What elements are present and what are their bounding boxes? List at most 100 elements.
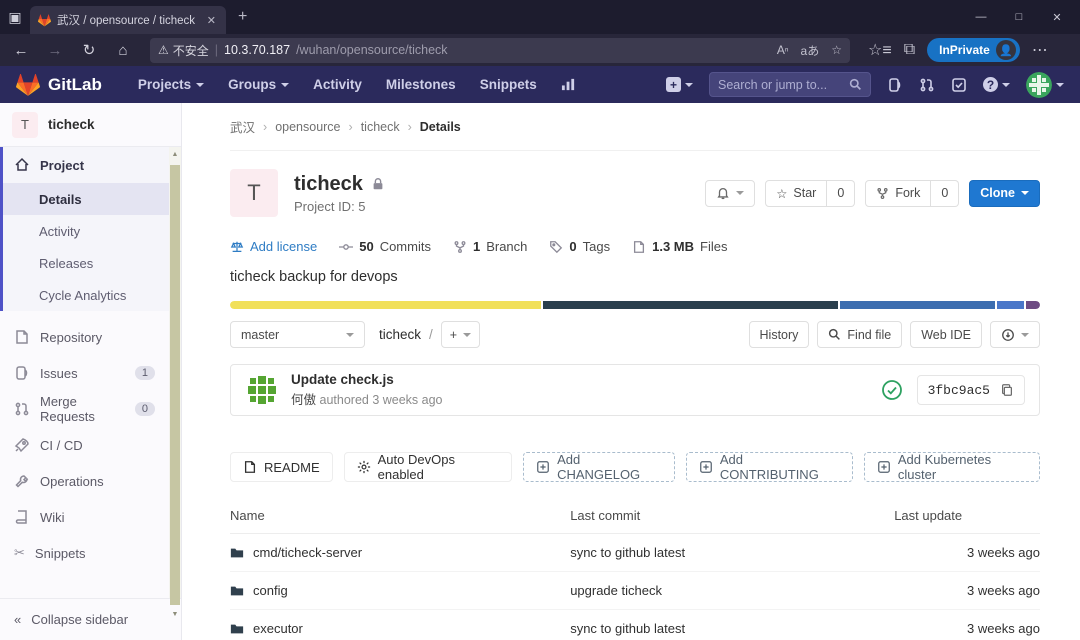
sidebar-item-project[interactable]: Project — [3, 147, 169, 183]
sidebar-item-snippets[interactable]: ✂ Snippets — [0, 535, 169, 571]
readme-button[interactable]: README — [230, 452, 333, 482]
sidebar-item-cicd[interactable]: CI / CD — [0, 427, 169, 463]
inprivate-badge[interactable]: InPrivate 👤 — [927, 38, 1020, 62]
breadcrumb-group[interactable]: 武汉 — [230, 117, 255, 136]
window-minimize-icon[interactable]: — — [964, 4, 998, 30]
window-close-icon[interactable]: ✕ — [1040, 4, 1074, 30]
copy-icon[interactable] — [1000, 383, 1014, 397]
new-tab-icon[interactable]: + — [238, 8, 247, 26]
help-menu[interactable]: ? — [983, 77, 1010, 92]
file-name-link[interactable]: cmd/ticheck-server — [253, 545, 362, 560]
scroll-down-icon[interactable]: ▼ — [169, 611, 181, 618]
find-file-button[interactable]: Find file — [817, 321, 903, 348]
add-license-link[interactable]: Add license — [230, 239, 317, 254]
scrollbar-thumb[interactable] — [170, 165, 180, 605]
branch-icon — [453, 240, 467, 254]
charts-icon[interactable] — [551, 71, 586, 98]
table-row[interactable]: config upgrade ticheck 3 weeks ago — [230, 571, 1040, 610]
tab-close-icon[interactable]: ✕ — [205, 14, 218, 27]
commits-stat[interactable]: 50 Commits — [339, 239, 431, 254]
file-name-link[interactable]: config — [253, 583, 288, 598]
nav-snippets[interactable]: Snippets — [470, 71, 547, 98]
sidebar-item-activity[interactable]: Activity — [3, 215, 169, 247]
gitlab-brand[interactable]: GitLab — [16, 73, 102, 97]
nav-activity[interactable]: Activity — [303, 71, 372, 98]
add-kubernetes-button[interactable]: Add Kubernetes cluster — [863, 452, 1040, 482]
file-commit-link[interactable]: sync to github latest — [570, 609, 895, 640]
forward-icon[interactable]: → — [40, 37, 70, 63]
scroll-up-icon[interactable]: ▲ — [169, 151, 181, 158]
fork-button[interactable]: Fork — [865, 179, 932, 207]
file-name-link[interactable]: executor — [253, 621, 303, 636]
table-row[interactable]: cmd/ticheck-server sync to github latest… — [230, 533, 1040, 572]
settings-menu-icon[interactable]: ⋯ — [1032, 40, 1048, 60]
sidebar-scrollbar[interactable]: ▲ ▼ — [169, 147, 181, 618]
read-aloud-icon[interactable]: Aⁿ — [777, 43, 789, 57]
tab-actions-icon[interactable]: ▣ — [0, 9, 30, 26]
notifications-button[interactable] — [705, 179, 756, 207]
sidebar-item-merge-requests[interactable]: Merge Requests 0 — [0, 391, 169, 427]
breadcrumb-project[interactable]: ticheck — [361, 120, 400, 134]
star-icon: ☆ — [776, 186, 788, 201]
sidebar-item-cycle-analytics[interactable]: Cycle Analytics — [3, 279, 169, 311]
file-tree-table: Name Last commit Last update cmd/ticheck… — [230, 500, 1040, 640]
commit-title-link[interactable]: Update check.js — [291, 372, 443, 387]
translate-icon[interactable]: aあ — [801, 42, 820, 59]
breadcrumb-separator: › — [348, 119, 353, 134]
browser-tab[interactable]: 武汉 / opensource / ticheck · Gi ✕ — [30, 6, 226, 34]
collections-icon[interactable]: ⧉ — [904, 41, 915, 59]
nav-groups[interactable]: Groups — [218, 71, 299, 98]
issues-icon[interactable] — [887, 77, 903, 93]
window-maximize-icon[interactable]: □ — [1002, 4, 1036, 30]
nav-projects[interactable]: Projects — [128, 71, 214, 98]
sidebar-item-operations[interactable]: Operations — [0, 463, 169, 499]
commit-author-avatar[interactable] — [245, 373, 279, 407]
file-commit-link[interactable]: upgrade ticheck — [570, 571, 895, 610]
download-button[interactable] — [990, 321, 1040, 348]
file-commit-link[interactable]: sync to github latest — [570, 533, 895, 572]
new-menu-button[interactable]: + — [666, 77, 693, 92]
add-file-button[interactable]: + — [440, 321, 481, 348]
star-count[interactable]: 0 — [827, 179, 856, 207]
repo-root-link[interactable]: ticheck — [379, 327, 421, 342]
lock-icon — [371, 177, 385, 191]
merge-requests-icon[interactable] — [919, 77, 935, 93]
search-input[interactable] — [718, 77, 849, 92]
todos-icon[interactable] — [951, 77, 967, 93]
home-icon[interactable]: ⌂ — [108, 37, 138, 63]
sidebar-item-details[interactable]: Details — [3, 183, 169, 215]
auto-devops-button[interactable]: Auto DevOps enabled — [343, 452, 513, 482]
tags-stat[interactable]: 0 Tags — [549, 239, 610, 254]
branch-selector[interactable]: master — [230, 321, 365, 348]
not-secure-warning[interactable]: ⚠ 不安全 — [158, 42, 209, 59]
star-button[interactable]: ☆ Star — [765, 179, 828, 207]
favorites-bar-icon[interactable]: ☆≡ — [868, 40, 892, 60]
add-contributing-button[interactable]: Add CONTRIBUTING — [685, 452, 853, 482]
favorite-star-icon[interactable]: ☆ — [831, 43, 842, 57]
clone-button[interactable]: Clone — [969, 179, 1040, 207]
address-bar[interactable]: ⚠ 不安全 | 10.3.70.187/wuhan/opensource/tic… — [150, 37, 850, 63]
global-search[interactable] — [709, 72, 871, 97]
sidebar-item-wiki[interactable]: Wiki — [0, 499, 169, 535]
files-stat[interactable]: 1.3 MB Files — [632, 239, 727, 254]
pipeline-status-icon[interactable] — [881, 379, 903, 401]
breadcrumb-subgroup[interactable]: opensource — [275, 120, 340, 134]
collapse-sidebar-button[interactable]: « Collapse sidebar — [0, 598, 181, 640]
refresh-icon[interactable]: ↻ — [74, 37, 104, 63]
back-icon[interactable]: ← — [6, 37, 36, 63]
add-changelog-button[interactable]: Add CHANGELOG — [523, 452, 675, 482]
table-row[interactable]: executor sync to github latest 3 weeks a… — [230, 609, 1040, 640]
sidebar-item-repository[interactable]: Repository — [0, 319, 169, 355]
sidebar-item-issues[interactable]: Issues 1 — [0, 355, 169, 391]
project-id: Project ID: 5 — [294, 198, 366, 214]
branches-stat[interactable]: 1 Branch — [453, 239, 527, 254]
web-ide-button[interactable]: Web IDE — [910, 321, 982, 348]
commit-author-link[interactable]: 何傲 — [291, 393, 316, 407]
sidebar-project-context[interactable]: T ticheck — [0, 103, 181, 147]
language-bar[interactable] — [230, 301, 1040, 309]
nav-milestones[interactable]: Milestones — [376, 71, 466, 98]
sidebar-item-releases[interactable]: Releases — [3, 247, 169, 279]
user-menu[interactable] — [1026, 71, 1064, 98]
fork-count[interactable]: 0 — [931, 179, 960, 207]
history-button[interactable]: History — [748, 321, 810, 348]
